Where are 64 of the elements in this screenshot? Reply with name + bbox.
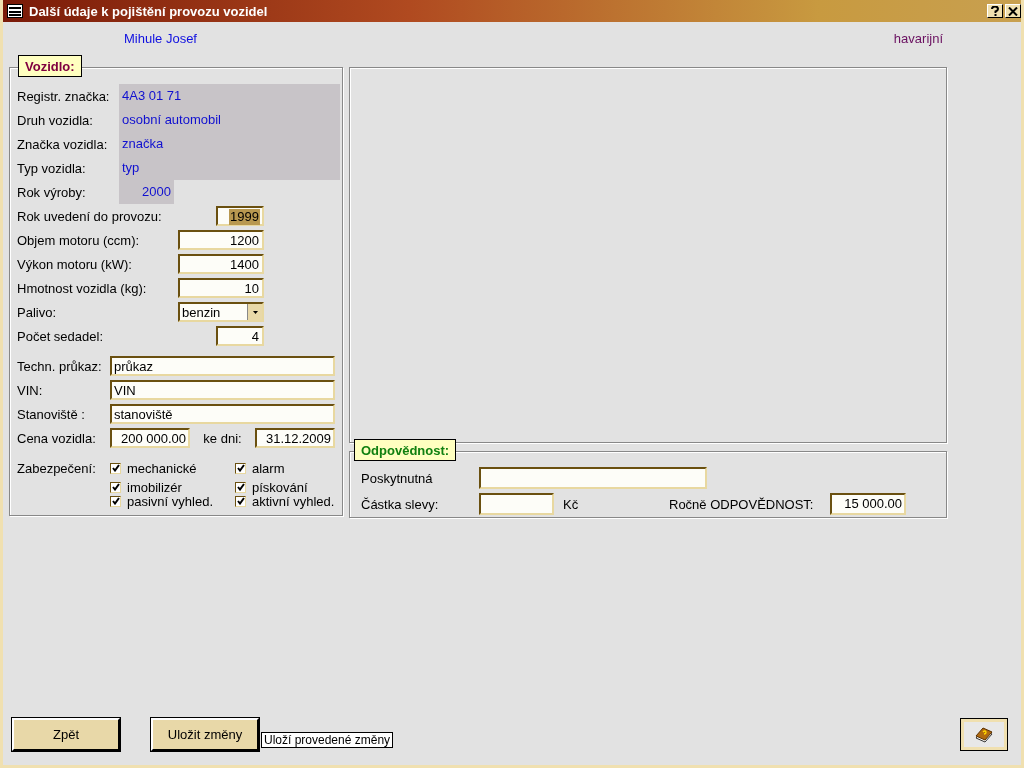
field-label: Objem motoru (ccm): bbox=[17, 232, 140, 248]
close-button[interactable] bbox=[1005, 4, 1021, 18]
currency-label: Kč bbox=[563, 496, 580, 512]
field-label: VIN: bbox=[17, 382, 44, 398]
field-label: Částka slevy: bbox=[361, 496, 440, 512]
window-title: Další údaje k pojištění provozu vozidel bbox=[29, 3, 268, 19]
book-icon bbox=[974, 725, 994, 744]
input-field[interactable]: VIN bbox=[110, 380, 335, 400]
back-button[interactable]: Zpět bbox=[12, 718, 120, 751]
field-label: Druh vozidla: bbox=[17, 112, 94, 128]
checkbox[interactable]: aktivní vyhled. bbox=[235, 494, 345, 508]
checkbox[interactable]: pískování bbox=[235, 480, 345, 494]
save-button[interactable]: Uložit změny bbox=[151, 718, 259, 751]
input-field[interactable]: 15 000.00 bbox=[830, 493, 906, 515]
help-book-button[interactable] bbox=[961, 719, 1007, 750]
dropdown-arrow-icon bbox=[252, 310, 258, 314]
checkbox[interactable]: pasivní vyhled. bbox=[110, 494, 235, 508]
section-legend: Vozidlo: bbox=[18, 55, 82, 77]
field-label: Palivo: bbox=[17, 304, 57, 320]
window-icon bbox=[7, 4, 23, 18]
checkbox[interactable]: imobilizér bbox=[110, 480, 235, 494]
field-value: 4A3 01 71 bbox=[119, 84, 340, 108]
field-label: Techn. průkaz: bbox=[17, 358, 103, 374]
input-field[interactable]: 1200 bbox=[178, 230, 264, 250]
section-legend: Odpovědnost: bbox=[354, 439, 457, 461]
field-label: Počet sedadel: bbox=[17, 328, 103, 344]
question-mark-icon bbox=[991, 6, 999, 16]
close-icon bbox=[1008, 6, 1018, 16]
input-field[interactable] bbox=[479, 467, 707, 489]
input-field[interactable]: 4 bbox=[216, 326, 264, 346]
help-button[interactable] bbox=[987, 4, 1003, 18]
tooltip: Uloží provedené změny bbox=[261, 731, 394, 748]
field-label: Zabezpečení: bbox=[17, 461, 97, 478]
checkmark-icon bbox=[111, 464, 120, 472]
checkbox[interactable]: mechanické bbox=[110, 456, 235, 480]
field-value: 2000 bbox=[119, 180, 174, 204]
field-label: Rok uvedení do provozu: bbox=[17, 208, 162, 224]
field-label: Poskytnutná bbox=[361, 470, 434, 486]
field-value: značka bbox=[119, 132, 340, 156]
input-field[interactable]: 10 bbox=[178, 278, 264, 298]
field-label: Výkon motoru (kW): bbox=[17, 256, 132, 272]
fuel-dropdown[interactable]: benzin bbox=[178, 302, 264, 322]
input-field[interactable]: 1999 bbox=[216, 206, 264, 226]
field-label: Hmotnost vozidla (kg): bbox=[17, 280, 147, 296]
insurance-type: havarijní bbox=[893, 30, 943, 46]
field-label: Stanoviště : bbox=[17, 406, 86, 422]
field-label: Ročně ODPOVĚDNOST: bbox=[669, 496, 815, 512]
date-field[interactable]: 31.12.2009 bbox=[255, 428, 335, 448]
field-label: Značka vozidla: bbox=[17, 136, 109, 152]
field-label: Cena vozidla: bbox=[17, 430, 97, 446]
field-value: typ bbox=[119, 156, 340, 180]
input-field[interactable]: průkaz bbox=[110, 356, 335, 376]
field-label: ke dni: bbox=[202, 430, 243, 446]
checkbox[interactable]: alarm bbox=[235, 456, 345, 480]
field-label: Typ vozidla: bbox=[17, 160, 87, 176]
input-field[interactable]: 200 000.00 bbox=[110, 428, 190, 448]
checkmark-icon bbox=[236, 464, 245, 472]
client-name: Mihule Josef bbox=[124, 30, 197, 46]
input-field[interactable] bbox=[479, 493, 554, 515]
input-field[interactable]: stanoviště bbox=[110, 404, 335, 424]
field-label: Registr. značka: bbox=[17, 88, 111, 104]
input-field[interactable]: 1400 bbox=[178, 254, 264, 274]
field-label: Rok výroby: bbox=[17, 184, 87, 200]
field-value: osobní automobil bbox=[119, 108, 340, 132]
